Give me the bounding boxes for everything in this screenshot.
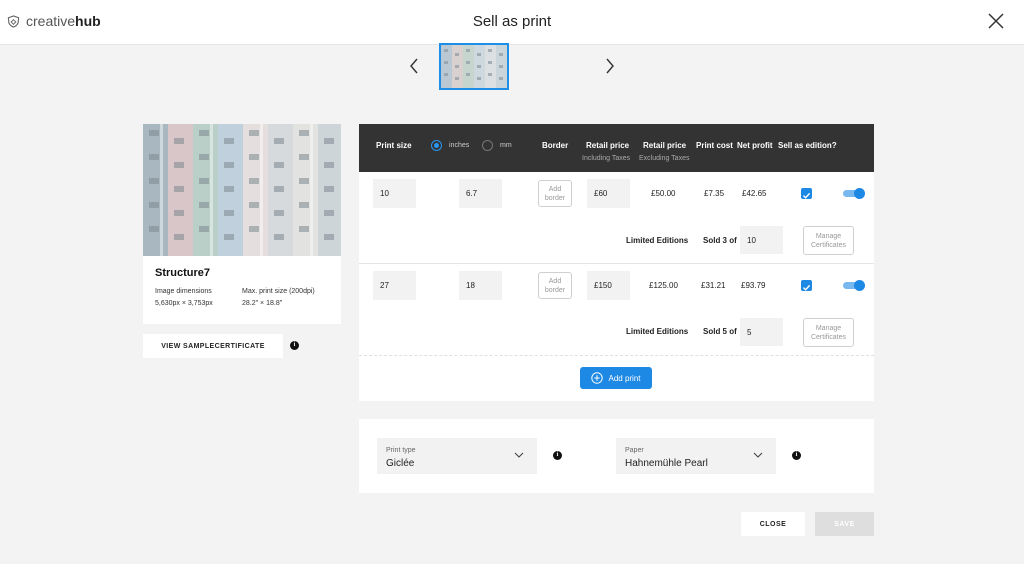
row-divider — [359, 263, 874, 264]
print-width-input[interactable] — [373, 179, 416, 208]
row-divider — [359, 355, 874, 356]
info-icon[interactable]: i — [792, 451, 801, 460]
add-print-button[interactable]: Add print — [580, 367, 652, 389]
header-retail-excl-sub: Excluding Taxes — [639, 155, 690, 162]
unit-label-mm: mm — [500, 142, 512, 149]
dimensions-label: Image dimensions — [155, 288, 212, 295]
edition-toggle[interactable] — [843, 280, 865, 291]
print-type-value: Giclée — [386, 458, 415, 469]
chevron-down-icon — [753, 452, 763, 458]
print-cost: £7.35 — [704, 189, 725, 198]
header-print-cost: Print cost — [696, 141, 733, 150]
close-button[interactable]: CLOSE — [741, 512, 805, 536]
header-border: Border — [542, 141, 569, 150]
edition-checkbox[interactable] — [801, 188, 812, 199]
close-icon[interactable] — [987, 12, 1005, 30]
print-height-input[interactable] — [459, 179, 502, 208]
header-print-size: Print size — [376, 141, 412, 150]
paper-select[interactable]: Paper Hahnemühle Pearl — [616, 438, 776, 474]
artwork-name: Structure7 — [155, 267, 211, 279]
info-icon[interactable]: i — [290, 341, 299, 350]
check-icon — [803, 284, 811, 291]
check-icon — [803, 192, 811, 199]
limited-editions-label: Limited Editions — [626, 236, 689, 245]
paper-value: Hahnemühle Pearl — [625, 458, 708, 469]
add-border-button[interactable]: Add border — [538, 180, 572, 207]
dimensions-value: 5,630px × 3,753px — [155, 300, 213, 307]
edition-toggle[interactable] — [843, 188, 865, 199]
sold-count-label: Sold 3 of — [703, 236, 737, 245]
net-profit: £93.79 — [741, 281, 766, 290]
sold-count-label: Sold 5 of — [703, 327, 737, 336]
header-retail-incl: Retail price — [586, 141, 630, 150]
print-width-input[interactable] — [373, 271, 416, 300]
header-retail-incl-sub: Including Taxes — [582, 155, 631, 162]
save-button[interactable]: SAVE — [815, 512, 874, 536]
manage-certificates-button[interactable]: Manage Certificates — [803, 226, 854, 255]
chevron-left-icon[interactable] — [408, 57, 420, 75]
view-sample-certificate-button[interactable]: VIEW SAMPLECERTIFICATE — [143, 334, 283, 358]
print-type-select[interactable]: Print type Giclée — [377, 438, 537, 474]
info-icon[interactable]: i — [553, 451, 562, 460]
retail-price-excl: £125.00 — [649, 281, 678, 290]
unit-radio-mm[interactable] — [482, 140, 493, 151]
print-cost: £31.21 — [701, 281, 726, 290]
chevron-right-icon[interactable] — [604, 57, 616, 75]
print-type-label: Print type — [386, 447, 416, 454]
artwork-image — [143, 124, 341, 256]
add-print-label: Add print — [608, 373, 641, 383]
header-retail-excl: Retail price — [643, 141, 687, 150]
edition-size-input[interactable] — [740, 318, 783, 346]
plus-circle-icon — [591, 372, 604, 384]
paper-label: Paper — [625, 447, 644, 454]
retail-price-input[interactable] — [587, 179, 630, 208]
dialog-title: Sell as print — [472, 13, 552, 30]
retail-price-excl: £50.00 — [651, 189, 676, 198]
retail-price-input[interactable] — [587, 271, 630, 300]
manage-certificates-button[interactable]: Manage Certificates — [803, 318, 854, 347]
net-profit: £42.65 — [742, 189, 767, 198]
print-height-input[interactable] — [459, 271, 502, 300]
artwork-thumbnail[interactable] — [439, 43, 509, 90]
edition-checkbox[interactable] — [801, 280, 812, 291]
unit-radio-inches[interactable] — [431, 140, 442, 151]
chevron-down-icon — [514, 452, 524, 458]
max-print-size-label: Max. print size (200dpi) — [242, 288, 315, 295]
limited-editions-label: Limited Editions — [626, 327, 689, 336]
header-net-profit: Net profit — [737, 141, 773, 150]
max-print-size-value: 28.2" × 18.8" — [242, 300, 283, 307]
header-sell-edition: Sell as edition? — [778, 141, 837, 150]
unit-label-inches: inches — [449, 142, 470, 149]
add-border-button[interactable]: Add border — [538, 272, 572, 299]
edition-size-input[interactable] — [740, 226, 783, 254]
artwork-thumbnail-image — [441, 45, 507, 88]
